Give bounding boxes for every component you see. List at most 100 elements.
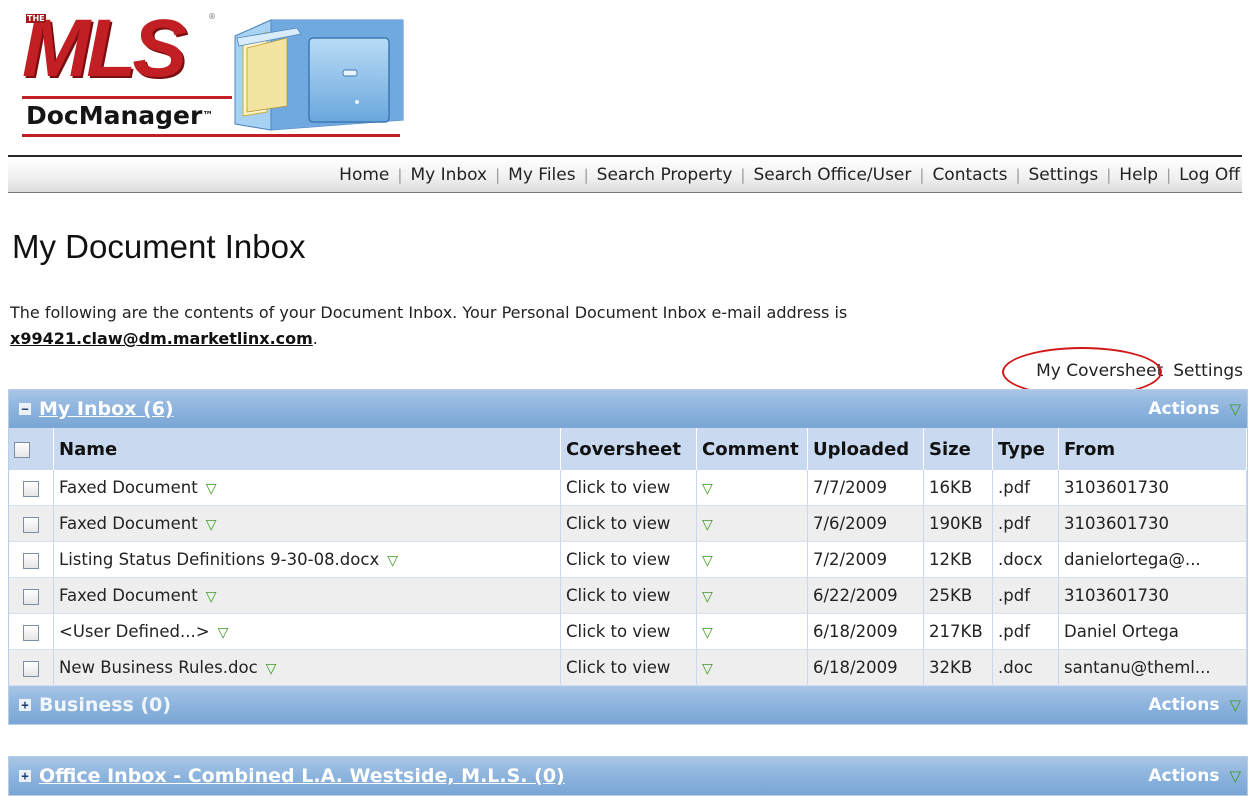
file-type: .pdf [992, 577, 1059, 614]
file-cabinet-icon [234, 19, 404, 131]
coversheet-link[interactable]: Click to view [560, 613, 697, 650]
triangle-down-icon[interactable]: ▽ [702, 553, 713, 569]
settings-link[interactable]: Settings [1173, 361, 1243, 381]
nav-separator: | [583, 165, 589, 184]
triangle-down-icon[interactable]: ▽ [387, 553, 398, 569]
intro-sentence: The following are the contents of your D… [10, 303, 848, 322]
row-checkbox[interactable] [23, 552, 39, 569]
nav-search-property[interactable]: Search Property [595, 165, 735, 185]
table-header-row: Name Coversheet Comment Uploaded Size Ty… [9, 428, 1247, 470]
from-sender: 3103601730 [1058, 577, 1247, 614]
row-checkbox[interactable] [23, 480, 39, 497]
document-name-link[interactable]: Faxed Document [59, 478, 198, 497]
row-checkbox[interactable] [23, 624, 39, 641]
column-header-name[interactable]: Name [53, 428, 561, 470]
file-size: 12KB [923, 541, 993, 578]
nav-help[interactable]: Help [1117, 165, 1160, 185]
file-size: 217KB [923, 613, 993, 650]
triangle-down-icon[interactable]: ▽ [702, 589, 713, 605]
file-type: .docx [992, 541, 1059, 578]
triangle-down-icon[interactable]: ▽ [702, 517, 713, 533]
uploaded-date: 7/7/2009 [807, 470, 924, 506]
triangle-down-icon: ▽ [1229, 696, 1241, 714]
row-checkbox[interactable] [23, 516, 39, 533]
business-actions-menu[interactable]: Actions ▽ [1148, 695, 1241, 715]
actions-label: Actions [1148, 695, 1220, 715]
nav-home[interactable]: Home [337, 165, 391, 185]
logo-product-name: DocManager™ [26, 101, 214, 130]
actions-label: Actions [1148, 399, 1220, 419]
office-inbox-header: + Office Inbox - Combined L.A. Westside,… [9, 757, 1247, 795]
collapse-toggle[interactable]: − [19, 403, 31, 415]
nav-separator: | [1166, 165, 1172, 184]
intro-period: . [312, 329, 318, 348]
actions-label: Actions [1148, 766, 1220, 786]
document-name-link[interactable]: Listing Status Definitions 9-30-08.docx [59, 550, 379, 569]
nav-contacts[interactable]: Contacts [930, 165, 1009, 185]
top-nav: Home | My Inbox | My Files | Search Propert… [8, 155, 1242, 193]
nav-my-inbox[interactable]: My Inbox [408, 165, 489, 185]
logo-the-text: THE [26, 14, 46, 23]
column-header-from[interactable]: From [1058, 428, 1247, 470]
my-coversheet-link[interactable]: My Coversheet [1036, 361, 1163, 381]
table-row: <User Defined...> ▽ Click to view ▽ 6/18/… [9, 613, 1247, 650]
document-name-link[interactable]: <User Defined...> [59, 622, 210, 641]
column-header-type[interactable]: Type [992, 428, 1059, 470]
triangle-down-icon[interactable]: ▽ [702, 661, 713, 677]
inbox-email-link[interactable]: x99421.claw@dm.marketlinx.com [10, 329, 313, 348]
triangle-down-icon[interactable]: ▽ [206, 589, 217, 605]
expand-toggle[interactable]: + [19, 699, 31, 711]
nav-settings[interactable]: Settings [1027, 165, 1101, 185]
triangle-down-icon[interactable]: ▽ [702, 625, 713, 641]
nav-log-off[interactable]: Log Off [1177, 165, 1242, 185]
row-checkbox[interactable] [23, 660, 39, 677]
file-size: 25KB [923, 577, 993, 614]
from-sender: santanu@theml... [1058, 649, 1247, 686]
nav-my-files[interactable]: My Files [506, 165, 577, 185]
business-header: + Business (0) Actions ▽ [9, 686, 1247, 724]
column-header-comment[interactable]: Comment [696, 428, 808, 470]
table-row: New Business Rules.doc ▽ Click to view ▽ … [9, 649, 1247, 686]
file-type: .pdf [992, 613, 1059, 650]
triangle-down-icon[interactable]: ▽ [702, 481, 713, 497]
nav-separator: | [1106, 165, 1112, 184]
expand-toggle[interactable]: + [19, 770, 31, 782]
triangle-down-icon: ▽ [1229, 767, 1241, 785]
coversheet-link[interactable]: Click to view [560, 577, 697, 614]
coversheet-link[interactable]: Click to view [560, 541, 697, 578]
coversheet-link[interactable]: Click to view [560, 505, 697, 542]
uploaded-date: 7/2/2009 [807, 541, 924, 578]
file-type: .pdf [992, 470, 1059, 506]
business-title[interactable]: Business (0) [39, 694, 171, 716]
nav-search-office-user[interactable]: Search Office/User [751, 165, 913, 185]
file-size: 190KB [923, 505, 993, 542]
select-all-checkbox[interactable] [14, 441, 30, 458]
from-sender: 3103601730 [1058, 505, 1247, 542]
triangle-down-icon[interactable]: ▽ [206, 517, 217, 533]
document-name-link[interactable]: Faxed Document [59, 586, 198, 605]
file-size: 32KB [923, 649, 993, 686]
nav-separator: | [1015, 165, 1021, 184]
table-row: Listing Status Definitions 9-30-08.docx ▽… [9, 541, 1247, 578]
coversheet-link[interactable]: Click to view [560, 649, 697, 686]
document-name-link[interactable]: New Business Rules.doc [59, 658, 258, 677]
triangle-down-icon[interactable]: ▽ [218, 625, 229, 641]
inbox-table: Name Coversheet Comment Uploaded Size Ty… [9, 428, 1247, 686]
column-header-uploaded[interactable]: Uploaded [807, 428, 924, 470]
document-name-link[interactable]: Faxed Document [59, 514, 198, 533]
row-checkbox[interactable] [23, 588, 39, 605]
triangle-down-icon[interactable]: ▽ [266, 661, 277, 677]
column-header-size[interactable]: Size [923, 428, 993, 470]
page-title: My Document Inbox [12, 228, 306, 265]
my-inbox-header: − My Inbox (6) Actions ▽ [9, 390, 1247, 428]
my-inbox-title[interactable]: My Inbox (6) [39, 398, 174, 420]
office-inbox-actions-menu[interactable]: Actions ▽ [1148, 766, 1241, 786]
column-header-coversheet[interactable]: Coversheet [560, 428, 697, 470]
my-inbox-actions-menu[interactable]: Actions ▽ [1148, 399, 1241, 419]
office-inbox-title[interactable]: Office Inbox - Combined L.A. Westside, M… [39, 765, 565, 787]
mls-docmanager-logo: MLS THE ® DocManager™ [22, 8, 407, 140]
coversheet-link[interactable]: Click to view [560, 470, 697, 506]
file-type: .pdf [992, 505, 1059, 542]
office-inbox-section: + Office Inbox - Combined L.A. Westside,… [8, 756, 1248, 796]
triangle-down-icon[interactable]: ▽ [206, 481, 217, 497]
